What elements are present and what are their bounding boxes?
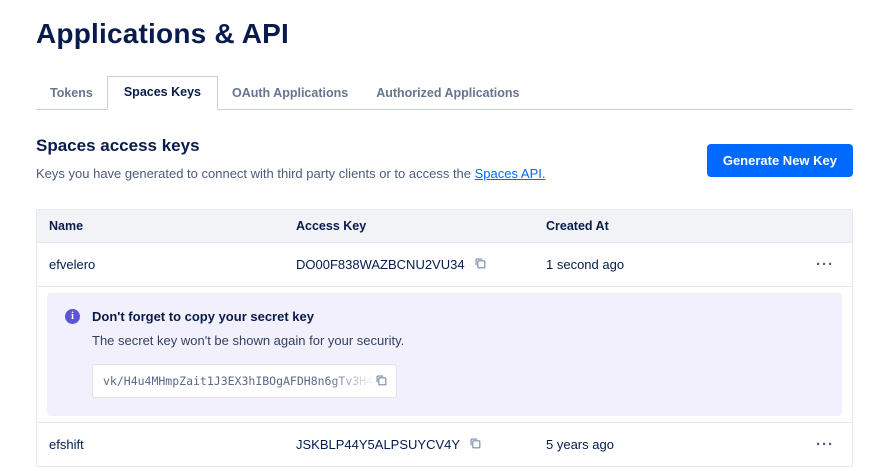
section-heading: Spaces access keys (36, 136, 545, 156)
column-header-name: Name (37, 210, 284, 242)
tab-spaces-keys[interactable]: Spaces Keys (107, 76, 218, 110)
table-row: efvelero DO00F838WAZBCNU2VU34 1 second a… (37, 243, 852, 287)
tab-authorized-applications[interactable]: Authorized Applications (362, 78, 533, 109)
tab-bar: Tokens Spaces Keys OAuth Applications Au… (36, 76, 853, 110)
section-description: Keys you have generated to connect with … (36, 166, 545, 181)
copy-icon (473, 256, 487, 273)
copy-access-key-button[interactable] (468, 436, 482, 453)
copy-secret-key-button[interactable] (374, 373, 388, 390)
column-header-created-at: Created At (534, 210, 804, 242)
key-name: efvelero (37, 244, 284, 285)
table-row: efshift JSKBLP44Y5ALPSUYCV4Y 5 years ago… (37, 423, 852, 466)
row-actions-cell: ··· (804, 437, 852, 452)
section-description-text: Keys you have generated to connect with … (36, 166, 475, 181)
access-key-cell: DO00F838WAZBCNU2VU34 (284, 243, 534, 286)
column-header-actions (804, 217, 852, 235)
section-header-text: Spaces access keys Keys you have generat… (36, 136, 545, 181)
notice-title: Don't forget to copy your secret key (92, 309, 314, 324)
tab-tokens[interactable]: Tokens (36, 78, 107, 109)
secret-key-notice-panel: i Don't forget to copy your secret key T… (47, 293, 842, 416)
info-icon: i (65, 309, 80, 324)
section-header: Spaces access keys Keys you have generat… (36, 136, 853, 181)
spaces-keys-table: Name Access Key Created At efvelero DO00… (36, 209, 853, 467)
generate-new-key-button[interactable]: Generate New Key (707, 144, 853, 177)
secret-key-value: vk/H4u4MHmpZait1J3EX3hIBOgAFDH8n6gTv3H4k… (103, 374, 374, 388)
created-at-value: 5 years ago (534, 424, 804, 465)
copy-icon (468, 436, 482, 453)
notice-body: The secret key won't be shown again for … (92, 333, 824, 348)
secret-key-text-wrap: vk/H4u4MHmpZait1J3EX3hIBOgAFDH8n6gTv3H4k… (103, 372, 374, 390)
spaces-api-link[interactable]: Spaces API. (475, 166, 546, 181)
page-title: Applications & API (36, 18, 853, 50)
row-actions-cell: ··· (804, 257, 852, 272)
notice-header: i Don't forget to copy your secret key (65, 309, 824, 324)
access-key-value: JSKBLP44Y5ALPSUYCV4Y (296, 437, 460, 452)
copy-icon (374, 373, 388, 390)
applications-api-page: Applications & API Tokens Spaces Keys OA… (0, 0, 889, 467)
key-name: efshift (37, 424, 284, 465)
secret-key-notice-row: i Don't forget to copy your secret key T… (37, 287, 852, 423)
row-actions-button[interactable]: ··· (804, 437, 846, 452)
table-header-row: Name Access Key Created At (37, 210, 852, 243)
created-at-value: 1 second ago (534, 244, 804, 285)
secret-key-field: vk/H4u4MHmpZait1J3EX3hIBOgAFDH8n6gTv3H4k… (92, 364, 397, 398)
access-key-value: DO00F838WAZBCNU2VU34 (296, 257, 465, 272)
access-key-cell: JSKBLP44Y5ALPSUYCV4Y (284, 423, 534, 466)
tab-oauth-applications[interactable]: OAuth Applications (218, 78, 362, 109)
column-header-access-key: Access Key (284, 210, 534, 242)
row-actions-button[interactable]: ··· (804, 257, 846, 272)
copy-access-key-button[interactable] (473, 256, 487, 273)
